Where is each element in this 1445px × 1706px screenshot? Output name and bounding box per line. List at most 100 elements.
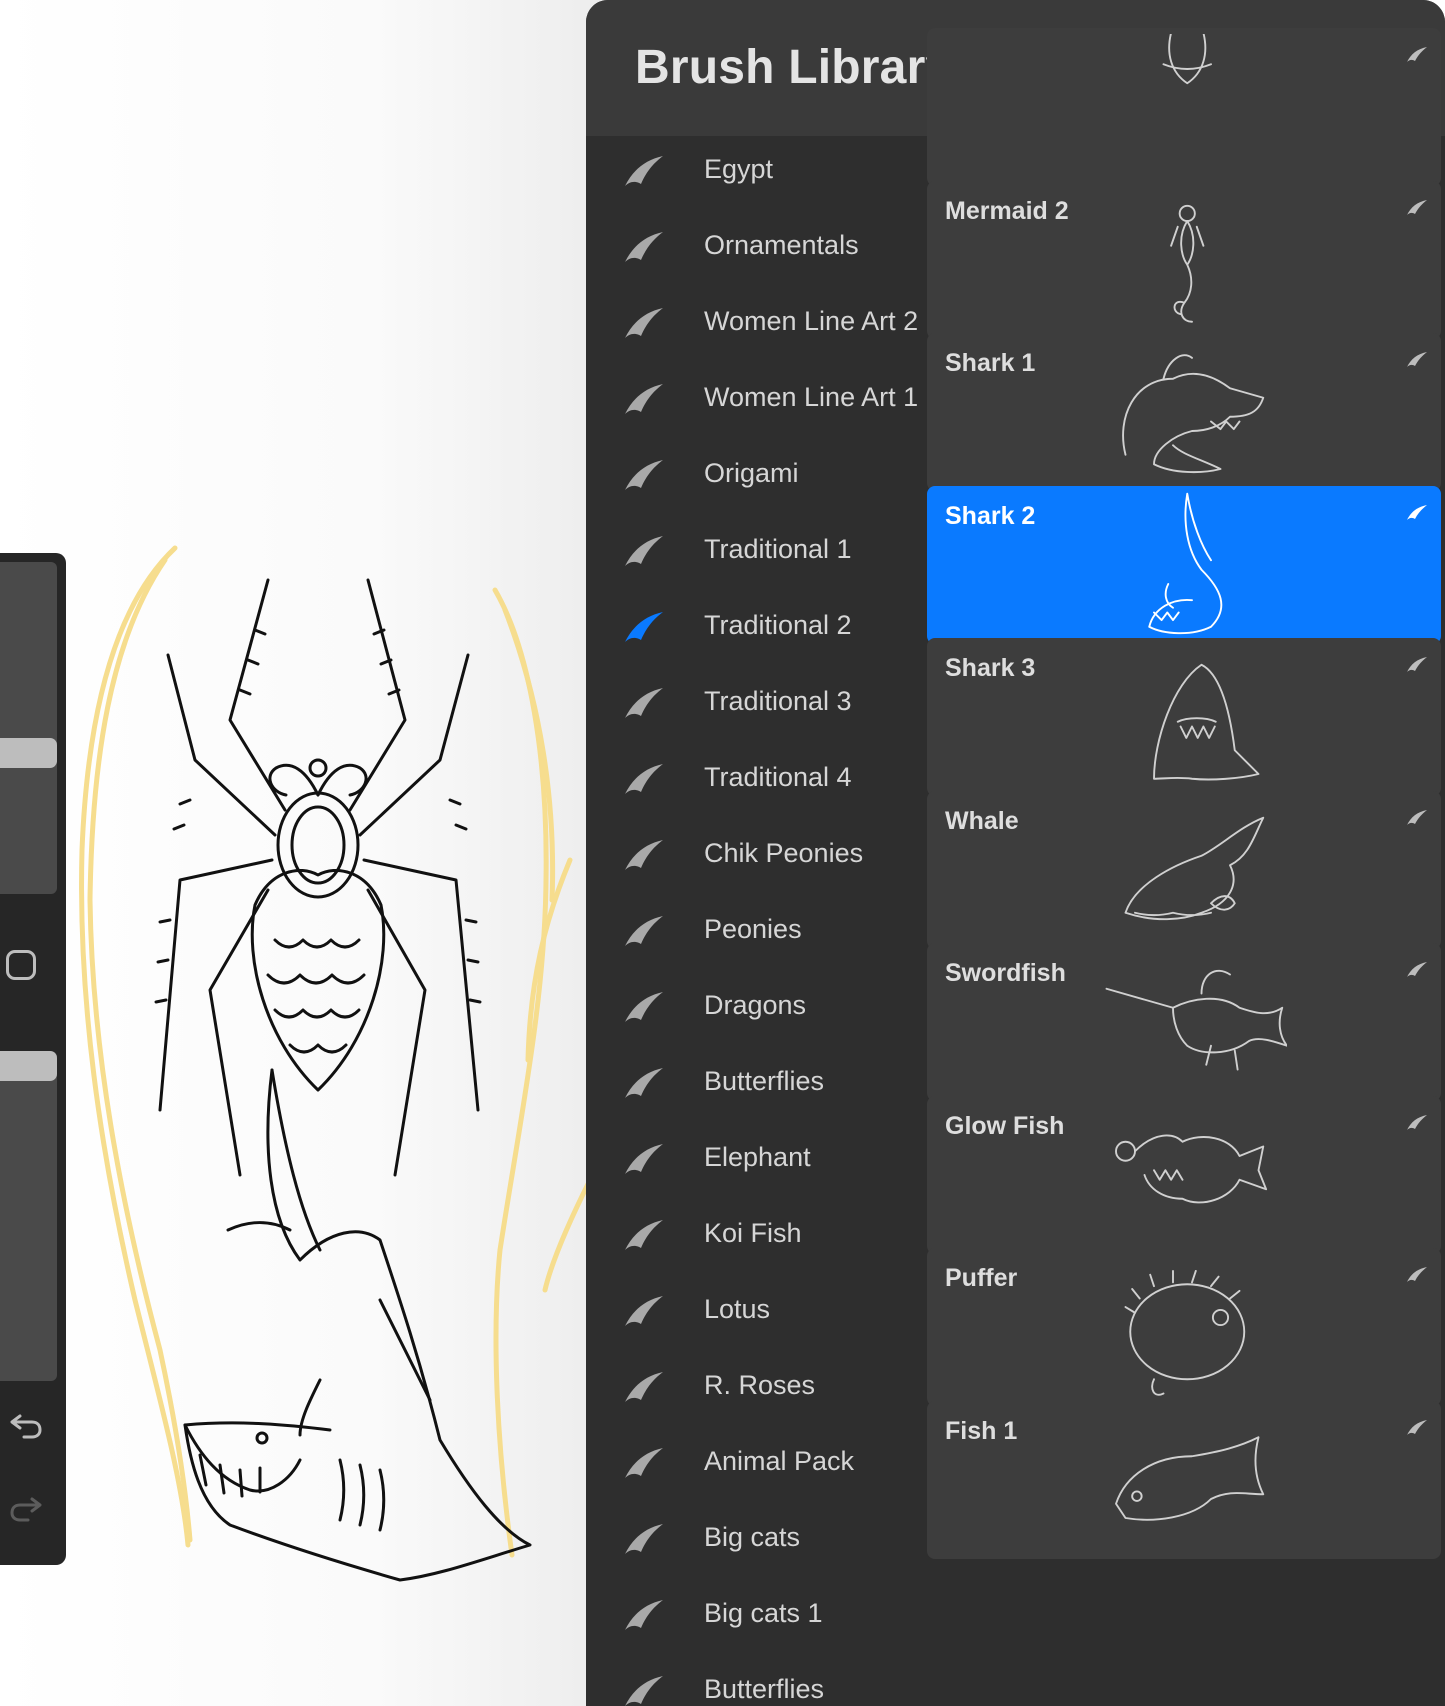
brush-set-label: Animal Pack [704, 1446, 855, 1476]
brush-opacity-slider-thumb[interactable] [0, 1051, 57, 1081]
brush-set-item[interactable]: Traditional 1 [586, 516, 916, 592]
brush-card[interactable]: Shark 3 [927, 638, 1441, 796]
brush-stroke-icon [625, 384, 663, 414]
brush-preview-fish [1115, 1435, 1265, 1521]
brush-stroke-icon [1407, 47, 1427, 62]
brush-stroke-icon [625, 1372, 663, 1402]
brush-set-item[interactable]: Women Line Art 1 [586, 364, 919, 440]
brush-preview-shark-diving [1148, 492, 1223, 634]
brush-card[interactable]: Whale [927, 790, 1441, 949]
brush-stroke-icon [625, 1676, 663, 1706]
brush-set-item[interactable]: Lotus [586, 1276, 916, 1352]
brush-stroke-icon [1407, 962, 1427, 977]
brush-stroke-icon [1407, 504, 1427, 520]
brush-preview-shark-jaws [1153, 663, 1260, 781]
brush-set-label: Egypt [704, 154, 774, 184]
brush-stroke-icon [1407, 1419, 1427, 1435]
brush-stroke-icon [625, 992, 663, 1022]
brush-card[interactable]: Mermaid 2 [927, 180, 1441, 339]
brush-set-label: Butterflies [704, 1066, 825, 1096]
brush-name: Shark 3 [945, 654, 1036, 682]
brush-set-item[interactable]: Big cats 1 [586, 1580, 916, 1656]
brush-preview-shark [1122, 354, 1265, 474]
brush-stroke-icon [625, 916, 663, 946]
brush-name: Swordfish [945, 959, 1066, 987]
brush-name: Mermaid 2 [945, 196, 1069, 225]
brush-set-item[interactable]: Traditional 4 [586, 744, 916, 820]
spider-drawing [154, 578, 482, 1177]
brush-set-item[interactable]: Koi Fish [586, 1200, 916, 1276]
brush-name: Fish 1 [945, 1416, 1018, 1445]
brush-name: Puffer [945, 1264, 1018, 1292]
brush-stroke-icon [625, 688, 663, 718]
brush-set-item[interactable]: Chik Peonies [586, 820, 916, 896]
brush-set-label: Women Line Art 1 [704, 382, 919, 412]
brush-set-label: Koi Fish [704, 1218, 802, 1248]
brushes-list[interactable]: Mermaid 2 Shark 1 Shark 2 Shark 3 Whale Sword… [919, 28, 1445, 1706]
brush-set-label: Traditional 4 [704, 762, 852, 792]
brush-card[interactable]: Swordfish [927, 943, 1441, 1101]
brush-card[interactable]: Puffer [927, 1248, 1441, 1406]
brush-set-label: Origami [704, 458, 799, 488]
brush-card[interactable]: Fish 1 [927, 1400, 1441, 1559]
brush-stroke-icon [1407, 352, 1427, 367]
brush-set-label: Traditional 2 [704, 610, 852, 640]
brush-preview-whale [1124, 816, 1265, 920]
brush-set-item[interactable]: Peonies [586, 896, 916, 972]
tattoo-artwork [79, 545, 593, 1582]
side-toolbar [0, 553, 66, 1565]
brush-card[interactable]: Shark 2 [927, 485, 1441, 644]
brush-stroke-icon [625, 308, 663, 338]
brush-set-label: Women Line Art 2 [704, 306, 919, 336]
brush-stroke-icon [625, 156, 663, 186]
brush-stroke-icon [1407, 809, 1427, 825]
brush-card[interactable]: Glow Fish [927, 1095, 1441, 1254]
brush-set-label: Ornamentals [704, 230, 859, 260]
brush-set-item[interactable]: Butterflies [586, 1048, 916, 1124]
brush-set-item[interactable]: Egypt [586, 136, 916, 212]
panel-title: Brush Library [635, 41, 953, 94]
brush-set-label: Butterflies [704, 1674, 825, 1704]
brush-card[interactable]: Shark 1 [927, 333, 1441, 491]
brush-set-item[interactable]: Women Line Art 2 [586, 288, 919, 364]
brush-size-slider[interactable] [0, 562, 57, 894]
brush-stroke-icon [625, 232, 663, 262]
brush-set-label: Traditional 1 [704, 534, 852, 564]
brush-set-item[interactable]: Elephant [586, 1124, 916, 1200]
brush-set-item[interactable]: R. Roses [586, 1352, 916, 1428]
brush-set-item[interactable]: Ornamentals [586, 212, 916, 288]
brush-size-slider-thumb[interactable] [0, 738, 57, 768]
brush-name: Glow Fish [945, 1111, 1065, 1140]
drawing-canvas[interactable] [0, 0, 620, 1706]
brush-set-item[interactable]: Butterflies [586, 1656, 916, 1706]
brush-set-item[interactable]: Origami [586, 440, 916, 516]
brush-stroke-icon [625, 1524, 663, 1554]
brush-stroke-icon [1407, 1114, 1427, 1130]
redo-icon[interactable] [8, 1493, 44, 1523]
brush-name: Whale [945, 806, 1019, 835]
brush-stroke-icon [625, 1220, 663, 1250]
brush-sets-list[interactable]: Egypt Ornamentals Women Line Art 2 Women Li… [586, 136, 919, 1706]
brush-set-item[interactable]: Big cats [586, 1504, 916, 1580]
brush-stroke-icon [625, 536, 663, 566]
brush-set-item[interactable]: Animal Pack [586, 1428, 916, 1504]
brush-set-item[interactable]: Traditional 3 [586, 668, 916, 744]
brush-stroke-icon [625, 1600, 663, 1630]
brush-card[interactable] [927, 28, 1441, 186]
brush-set-item[interactable]: Traditional 2 [586, 592, 916, 668]
brush-stroke-icon [1407, 657, 1427, 672]
brush-opacity-slider[interactable] [0, 1051, 57, 1381]
brush-preview-mermaid [1170, 204, 1205, 323]
brush-set-label: Peonies [704, 914, 802, 944]
brush-set-item[interactable]: Dragons [586, 972, 916, 1048]
modify-button[interactable] [6, 950, 36, 980]
brush-name: Shark 2 [945, 501, 1036, 530]
undo-icon[interactable] [8, 1410, 44, 1440]
brush-set-label: R. Roses [704, 1370, 816, 1400]
brush-set-label: Chik Peonies [704, 838, 864, 868]
brush-preview-anglerfish [1115, 1134, 1268, 1203]
brush-set-label: Big cats 1 [704, 1598, 823, 1628]
brush-set-label: Big cats [704, 1522, 801, 1552]
brush-stroke-icon [625, 1448, 663, 1478]
brush-preview-swordfish [1105, 969, 1287, 1071]
